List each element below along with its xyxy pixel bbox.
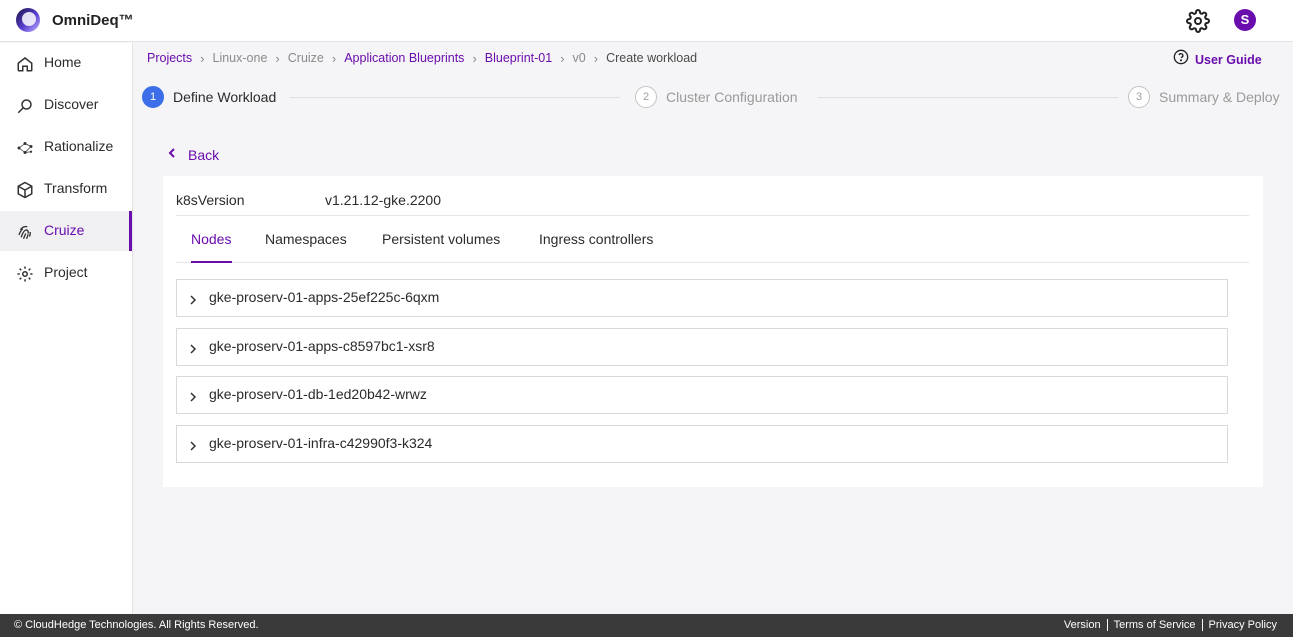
footer-link-terms[interactable]: Terms of Service bbox=[1106, 619, 1202, 631]
footer: © CloudHedge Technologies. All Rights Re… bbox=[0, 614, 1293, 637]
chevron-right-icon: › bbox=[331, 50, 337, 66]
chevron-right-icon: › bbox=[593, 50, 599, 66]
node-row[interactable]: gke-proserv-01-apps-25ef225c-6qxm bbox=[176, 279, 1228, 317]
help-circle-icon bbox=[1173, 49, 1189, 70]
step-connector bbox=[818, 97, 1118, 98]
k8s-version-label: k8sVersion bbox=[176, 192, 245, 208]
breadcrumb-blueprint-01[interactable]: Blueprint-01 bbox=[485, 51, 552, 65]
top-header: OmniDeq™ S bbox=[0, 0, 1293, 42]
step-cluster-configuration[interactable]: 2 Cluster Configuration bbox=[635, 86, 798, 108]
tab-ingress-controllers[interactable]: Ingress controllers bbox=[539, 231, 653, 247]
step-label: Cluster Configuration bbox=[666, 89, 798, 105]
gear-icon bbox=[16, 265, 34, 283]
breadcrumb-linux-one: Linux-one bbox=[212, 51, 268, 65]
step-number: 2 bbox=[635, 86, 657, 108]
step-label: Summary & Deploy bbox=[1159, 89, 1280, 105]
fingerprint-icon bbox=[16, 223, 34, 241]
k8s-version-value: v1.21.12-gke.2200 bbox=[325, 192, 441, 208]
breadcrumb-cruize: Cruize bbox=[287, 51, 324, 65]
sidebar-item-transform[interactable]: Transform bbox=[0, 169, 132, 209]
step-define-workload[interactable]: 1 Define Workload bbox=[142, 86, 276, 108]
tab-namespaces[interactable]: Namespaces bbox=[265, 231, 347, 247]
sidebar-item-cruize[interactable]: Cruize bbox=[0, 211, 132, 251]
chevron-right-icon bbox=[188, 342, 198, 354]
step-label: Define Workload bbox=[173, 89, 277, 105]
step-summary-deploy[interactable]: 3 Summary & Deploy bbox=[1128, 86, 1280, 108]
omnideq-logo[interactable] bbox=[16, 8, 40, 32]
step-number: 1 bbox=[142, 86, 164, 108]
step-connector bbox=[290, 97, 620, 98]
node-name: gke-proserv-01-apps-25ef225c-6qxm bbox=[209, 289, 440, 305]
active-tab-indicator bbox=[191, 261, 232, 263]
sidebar-item-label: Transform bbox=[44, 180, 108, 196]
breadcrumb-v0: v0 bbox=[572, 51, 586, 65]
sidebar-item-label: Rationalize bbox=[44, 138, 114, 154]
brand-name: OmniDeq™ bbox=[52, 12, 134, 29]
user-avatar[interactable]: S bbox=[1234, 9, 1256, 31]
breadcrumb-application-blueprints[interactable]: Application Blueprints bbox=[344, 51, 464, 65]
chevron-left-icon bbox=[168, 146, 176, 164]
node-row[interactable]: gke-proserv-01-apps-c8597bc1-xsr8 bbox=[176, 328, 1228, 366]
workload-tabs: Nodes Namespaces Persistent volumes Ingr… bbox=[176, 216, 1249, 263]
sidebar-item-label: Home bbox=[44, 54, 82, 70]
step-number: 3 bbox=[1128, 86, 1150, 108]
tab-persistent-volumes[interactable]: Persistent volumes bbox=[382, 231, 500, 247]
sidebar-item-home[interactable]: Home bbox=[0, 43, 132, 83]
copyright-text: © CloudHedge Technologies. All Rights Re… bbox=[14, 619, 259, 631]
breadcrumb-projects[interactable]: Projects bbox=[147, 51, 192, 65]
sidebar-item-rationalize[interactable]: Rationalize bbox=[0, 127, 132, 167]
chevron-right-icon bbox=[188, 390, 198, 402]
sidebar: Home Discover Rationalize Transform Crui… bbox=[0, 43, 133, 614]
breadcrumb-create-workload: Create workload bbox=[606, 51, 698, 65]
node-row[interactable]: gke-proserv-01-db-1ed20b42-wrwz bbox=[176, 376, 1228, 414]
node-name: gke-proserv-01-db-1ed20b42-wrwz bbox=[209, 386, 427, 402]
footer-link-version[interactable]: Version bbox=[1058, 619, 1107, 631]
chevron-right-icon: › bbox=[200, 50, 205, 66]
node-name: gke-proserv-01-apps-c8597bc1-xsr8 bbox=[209, 338, 435, 354]
footer-link-privacy[interactable]: Privacy Policy bbox=[1201, 619, 1277, 631]
sidebar-item-discover[interactable]: Discover bbox=[0, 85, 132, 125]
sidebar-item-label: Discover bbox=[44, 96, 99, 112]
chevron-right-icon: › bbox=[275, 50, 280, 66]
rationalize-icon bbox=[16, 139, 34, 157]
chevron-right-icon bbox=[188, 439, 198, 451]
node-name: gke-proserv-01-infra-c42990f3-k324 bbox=[209, 435, 433, 451]
back-label: Back bbox=[188, 147, 220, 163]
discover-icon bbox=[16, 97, 34, 115]
node-row[interactable]: gke-proserv-01-infra-c42990f3-k324 bbox=[176, 425, 1228, 463]
gear-icon[interactable] bbox=[1186, 9, 1210, 33]
sidebar-item-label: Cruize bbox=[44, 222, 85, 238]
chevron-right-icon: › bbox=[472, 50, 477, 66]
cube-icon bbox=[16, 181, 34, 199]
chevron-right-icon: › bbox=[560, 50, 565, 66]
home-icon bbox=[16, 55, 34, 73]
sidebar-item-label: Project bbox=[44, 264, 88, 280]
chevron-right-icon bbox=[188, 293, 198, 305]
sidebar-item-project[interactable]: Project bbox=[0, 253, 132, 293]
breadcrumb: Projects › Linux-one › Cruize › Applicat… bbox=[147, 50, 697, 66]
user-guide-link[interactable]: User Guide bbox=[1173, 49, 1262, 70]
user-guide-label: User Guide bbox=[1195, 52, 1262, 67]
tab-nodes[interactable]: Nodes bbox=[191, 231, 231, 247]
footer-links: Version Terms of Service Privacy Policy bbox=[1058, 619, 1277, 631]
workload-card: k8sVersion v1.21.12-gke.2200 Nodes Names… bbox=[163, 176, 1263, 487]
back-button[interactable]: Back bbox=[168, 146, 219, 164]
